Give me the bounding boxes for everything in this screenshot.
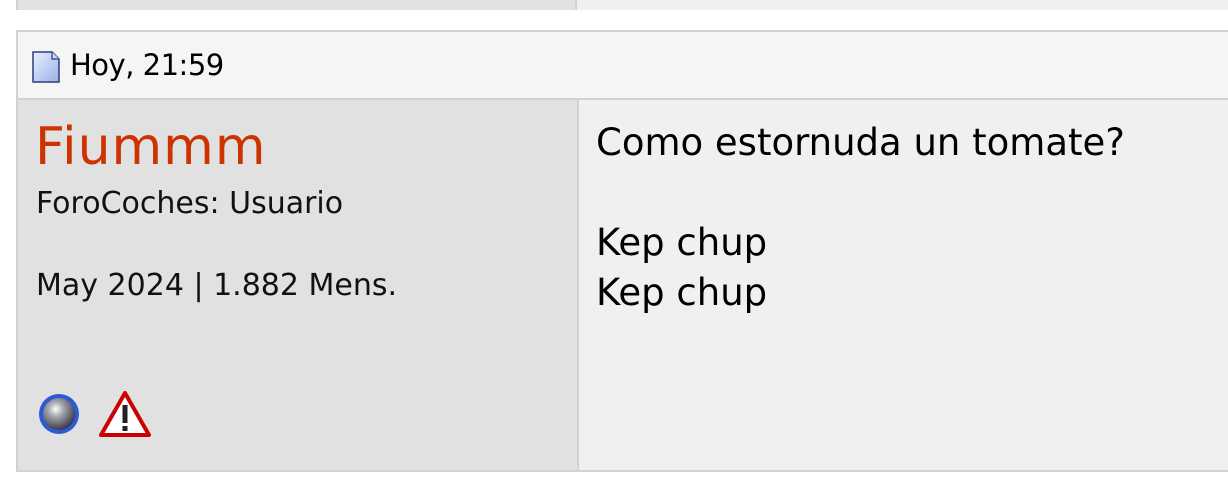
previous-post-user-panel [16,0,577,10]
username-link[interactable]: Fiummm [35,117,267,178]
message-line: Kep chup [596,221,768,264]
post-message: Como estornuda un tomate? Kep chup Kep c… [596,118,1125,318]
user-icons [36,390,152,442]
user-title: ForoCoches: Usuario [36,186,344,221]
report-warning-icon[interactable] [98,390,152,442]
post-date: Hoy, 21:59 [70,48,224,82]
post-page-icon [32,51,60,83]
user-panel: Fiummm ForoCoches: Usuario May 2024 | 1.… [18,100,579,470]
forum-post: Hoy, 21:59 Fiummm ForoCoches: Usuario Ma… [16,30,1228,472]
user-join-date-post-count: May 2024 | 1.882 Mens. [36,268,398,303]
message-line [596,168,1125,218]
previous-post-bottom [16,0,1228,10]
post-header: Hoy, 21:59 [18,32,1228,100]
message-line: Kep chup [596,271,768,314]
message-line: Como estornuda un tomate? [596,121,1125,164]
offline-status-icon [36,391,82,441]
previous-post-message-area [577,0,1228,10]
